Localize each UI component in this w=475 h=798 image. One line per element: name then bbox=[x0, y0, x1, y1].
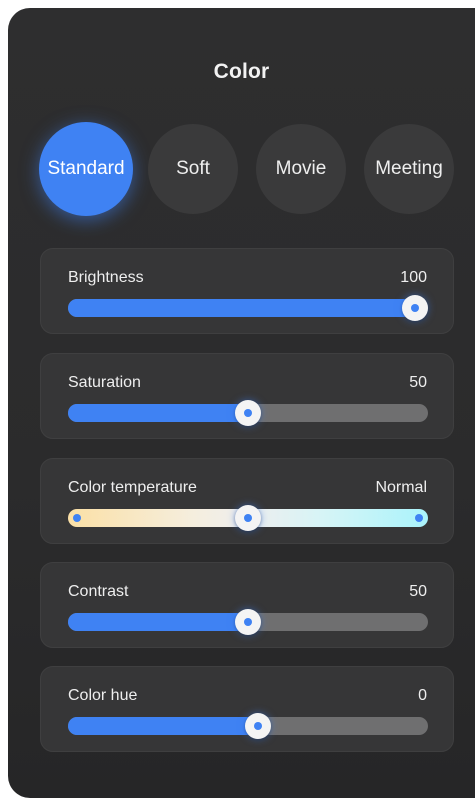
color-hue-slider[interactable] bbox=[68, 713, 428, 739]
brightness-slider-thumb-icon[interactable] bbox=[402, 295, 428, 321]
preset-soft-button[interactable]: Soft bbox=[148, 124, 238, 214]
cool-end-dot-icon bbox=[415, 514, 423, 522]
brightness-card: Brightness 100 bbox=[40, 248, 454, 334]
contrast-slider[interactable] bbox=[68, 609, 428, 635]
color-hue-slider-fill bbox=[68, 717, 263, 735]
color-hue-slider-thumb-icon[interactable] bbox=[245, 713, 272, 739]
contrast-value: 50 bbox=[409, 583, 427, 600]
color-temperature-slider-thumb-icon[interactable] bbox=[235, 505, 261, 531]
preset-meeting-button[interactable]: Meeting bbox=[364, 124, 454, 214]
panel-title: Color bbox=[213, 60, 270, 83]
contrast-slider-thumb-icon[interactable] bbox=[235, 609, 261, 635]
color-temperature-slider[interactable] bbox=[68, 505, 428, 531]
color-settings-panel: Color Standard Soft Movie Meeting Bright… bbox=[8, 8, 475, 798]
color-temperature-value: Normal bbox=[375, 479, 427, 496]
brightness-slider-fill bbox=[68, 299, 419, 317]
color-hue-value: 0 bbox=[418, 687, 427, 704]
color-hue-card: Color hue 0 bbox=[40, 666, 454, 752]
saturation-slider[interactable] bbox=[68, 400, 428, 426]
preset-movie-button[interactable]: Movie bbox=[256, 124, 346, 214]
brightness-slider[interactable] bbox=[68, 295, 428, 321]
brightness-label: Brightness bbox=[68, 269, 144, 286]
contrast-slider-fill bbox=[68, 613, 252, 631]
contrast-card: Contrast 50 bbox=[40, 562, 454, 648]
color-temperature-label: Color temperature bbox=[68, 479, 197, 496]
saturation-label: Saturation bbox=[68, 374, 141, 391]
color-hue-label: Color hue bbox=[68, 687, 138, 704]
color-temperature-card: Color temperature Normal bbox=[40, 458, 454, 544]
saturation-slider-thumb-icon[interactable] bbox=[235, 400, 261, 426]
saturation-value: 50 bbox=[409, 374, 427, 391]
warm-end-dot-icon bbox=[73, 514, 81, 522]
brightness-value: 100 bbox=[400, 269, 427, 286]
preset-standard-button[interactable]: Standard bbox=[39, 122, 133, 216]
saturation-slider-fill bbox=[68, 404, 252, 422]
saturation-card: Saturation 50 bbox=[40, 353, 454, 439]
contrast-label: Contrast bbox=[68, 583, 129, 600]
